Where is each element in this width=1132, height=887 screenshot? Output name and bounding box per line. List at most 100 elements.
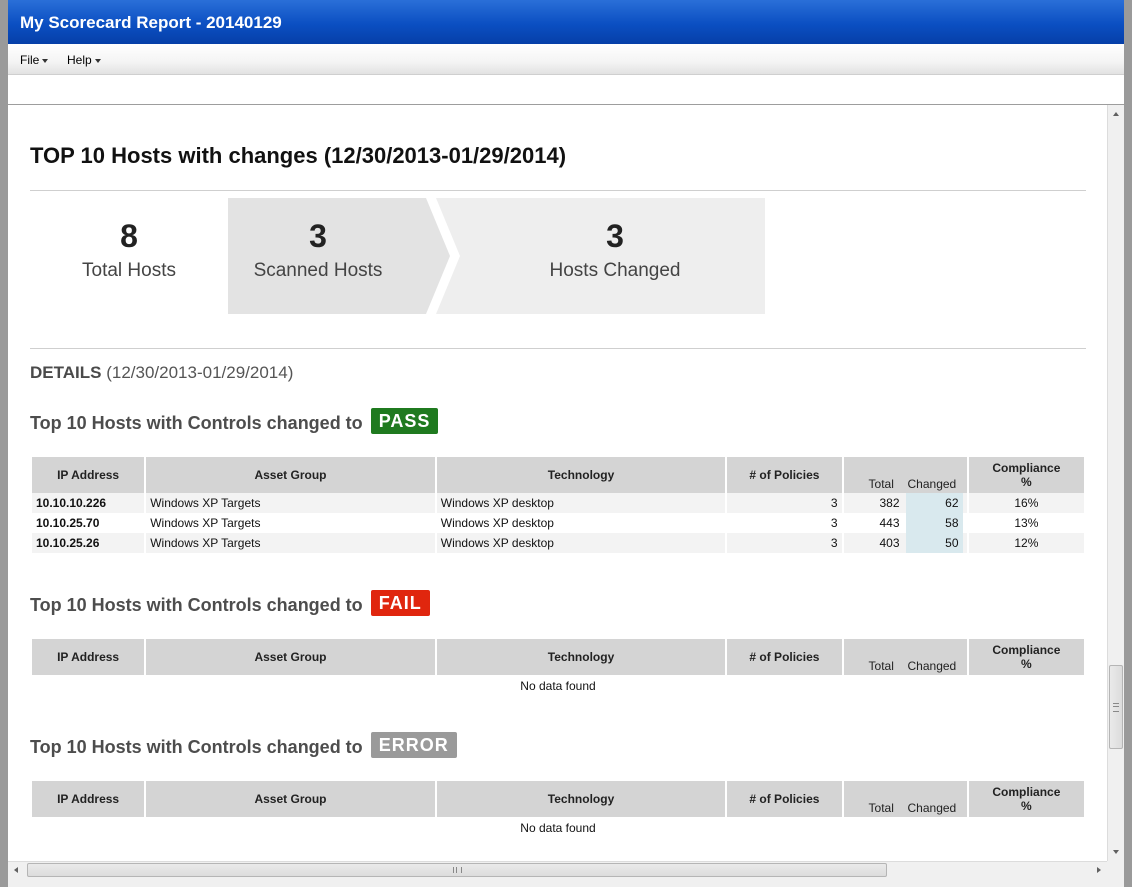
stat-total-hosts-value: 8 bbox=[120, 218, 138, 254]
details-range: (12/30/2013-01/29/2014) bbox=[106, 363, 294, 382]
details-label: DETAILS bbox=[30, 363, 102, 382]
horizontal-scrollbar[interactable] bbox=[8, 861, 1107, 878]
no-data-row: No data found bbox=[32, 817, 1084, 839]
arrow-up-icon[interactable] bbox=[1113, 112, 1119, 116]
cell-compliance: 16% bbox=[968, 493, 1084, 513]
error-badge: ERROR bbox=[370, 732, 457, 758]
col-compliance: Compliance% bbox=[968, 457, 1084, 493]
report-window: My Scorecard Report - 20140129 File Help… bbox=[8, 0, 1124, 887]
vertical-scroll-thumb[interactable] bbox=[1109, 665, 1123, 749]
scrollbar-corner bbox=[1107, 861, 1124, 878]
fail-badge: FAIL bbox=[370, 590, 430, 616]
chevron-down-icon bbox=[94, 58, 101, 63]
arrow-right-icon[interactable] bbox=[1097, 867, 1101, 873]
no-data-message: No data found bbox=[32, 675, 1084, 697]
cell-ip: 10.10.25.70 bbox=[36, 516, 100, 530]
table-row: 10.10.25.26 Windows XP Targets Windows X… bbox=[32, 533, 1084, 553]
window-bottom-edge bbox=[8, 878, 1124, 887]
col-ip-address: IP Address bbox=[32, 457, 145, 493]
menu-bar: File Help bbox=[8, 44, 1124, 75]
col-compliance-line2: % bbox=[1021, 799, 1032, 813]
fail-table: IP Address Asset Group Technology # of P… bbox=[30, 639, 1086, 697]
cell-technology: Windows XP desktop bbox=[436, 533, 726, 553]
stat-total-hosts: 8 Total Hosts bbox=[30, 198, 228, 314]
menu-help[interactable]: Help bbox=[67, 53, 101, 67]
divider bbox=[30, 348, 1086, 349]
cell-ip: 10.10.10.226 bbox=[32, 493, 145, 513]
cell-compliance: 13% bbox=[1014, 516, 1039, 530]
table-row: 10.10.25.70 Windows XP Targets Windows X… bbox=[32, 513, 1084, 533]
section-heading-fail: Top 10 Hosts with Controls changed to FAI… bbox=[30, 590, 430, 619]
col-compliance-line1: Compliance bbox=[992, 461, 1061, 475]
col-technology: Technology bbox=[436, 639, 726, 675]
col-ip-address: IP Address bbox=[32, 781, 145, 817]
cell-policies: 3 bbox=[830, 516, 838, 530]
window-title: My Scorecard Report - 20140129 bbox=[20, 13, 282, 32]
stat-scanned-hosts-value: 3 bbox=[309, 218, 327, 254]
divider bbox=[30, 190, 1086, 191]
col-compliance-line2: % bbox=[1021, 475, 1032, 489]
cell-changed: 62 bbox=[905, 493, 963, 513]
stat-hosts-changed-value: 3 bbox=[606, 218, 624, 254]
error-table: IP Address Asset Group Technology # of P… bbox=[30, 781, 1086, 839]
section-heading-text: Top 10 Hosts with Controls changed to bbox=[30, 594, 363, 615]
arrow-left-icon[interactable] bbox=[14, 867, 18, 873]
col-changed: Changed bbox=[907, 659, 957, 673]
stat-scanned-hosts-label: Scanned Hosts bbox=[253, 260, 383, 281]
cell-policies: 3 bbox=[727, 533, 842, 553]
col-compliance: Compliance% bbox=[968, 639, 1084, 675]
menu-help-label: Help bbox=[67, 53, 92, 67]
col-compliance-line2: % bbox=[1021, 657, 1032, 671]
col-total: Total bbox=[868, 477, 894, 491]
toolbar-strip bbox=[8, 75, 1124, 105]
cell-total: 382 bbox=[879, 496, 900, 510]
menu-file[interactable]: File bbox=[20, 53, 49, 67]
cell-total: 443 bbox=[879, 516, 900, 530]
no-data-row: No data found bbox=[32, 675, 1084, 697]
col-changed: Changed bbox=[907, 477, 957, 491]
col-asset-group: Asset Group bbox=[146, 457, 435, 493]
cell-total-changed: 403 50 bbox=[843, 533, 967, 553]
cell-asset-group: Windows XP Targets bbox=[150, 516, 261, 530]
section-heading-text: Top 10 Hosts with Controls changed to bbox=[30, 412, 363, 433]
arrow-down-icon[interactable] bbox=[1113, 850, 1119, 854]
stat-hosts-changed: 3 Hosts Changed bbox=[460, 198, 770, 314]
cell-total: 403 bbox=[879, 536, 900, 550]
cell-technology: Windows XP desktop bbox=[440, 516, 554, 530]
report-content: TOP 10 Hosts with changes (12/30/2013-01… bbox=[8, 105, 1107, 861]
menu-file-label: File bbox=[20, 53, 40, 67]
chevron-down-icon bbox=[42, 58, 49, 63]
cell-policies: 3 bbox=[727, 493, 842, 513]
title-bar: My Scorecard Report - 20140129 bbox=[8, 0, 1124, 44]
col-technology: Technology bbox=[436, 457, 726, 493]
section-heading-pass: Top 10 Hosts with Controls changed to PAS… bbox=[30, 408, 439, 437]
col-asset-group: Asset Group bbox=[146, 639, 435, 675]
table-row: 10.10.10.226 Windows XP Targets Windows … bbox=[32, 493, 1084, 513]
stat-hosts-changed-label: Hosts Changed bbox=[549, 260, 681, 281]
cell-total-changed: 382 62 bbox=[843, 493, 967, 513]
col-compliance-line1: Compliance bbox=[992, 785, 1061, 799]
col-total-changed: Total Changed bbox=[843, 781, 967, 817]
col-policies: # of Policies bbox=[727, 457, 842, 493]
no-data-message: No data found bbox=[32, 817, 1084, 839]
vertical-scrollbar[interactable] bbox=[1107, 105, 1124, 861]
col-technology: Technology bbox=[436, 781, 726, 817]
stat-total-hosts-label: Total Hosts bbox=[82, 260, 176, 281]
pass-table: IP Address Asset Group Technology # of P… bbox=[30, 457, 1086, 553]
col-total-changed: Total Changed bbox=[843, 639, 967, 675]
grip-icon bbox=[453, 867, 462, 873]
horizontal-scroll-thumb[interactable] bbox=[27, 863, 887, 877]
col-policies: # of Policies bbox=[727, 781, 842, 817]
col-total: Total bbox=[868, 801, 894, 815]
cell-changed: 58 bbox=[905, 513, 963, 533]
section-heading-text: Top 10 Hosts with Controls changed to bbox=[30, 736, 363, 757]
cell-compliance: 12% bbox=[968, 533, 1084, 553]
col-asset-group: Asset Group bbox=[146, 781, 435, 817]
cell-total-changed: 443 58 bbox=[844, 513, 967, 533]
cell-asset-group: Windows XP Targets bbox=[146, 493, 435, 513]
report-title: TOP 10 Hosts with changes (12/30/2013-01… bbox=[30, 143, 567, 168]
details-heading: DETAILS (12/30/2013-01/29/2014) bbox=[30, 363, 293, 383]
col-policies: # of Policies bbox=[727, 639, 842, 675]
col-compliance: Compliance% bbox=[968, 781, 1084, 817]
col-changed: Changed bbox=[907, 801, 957, 815]
